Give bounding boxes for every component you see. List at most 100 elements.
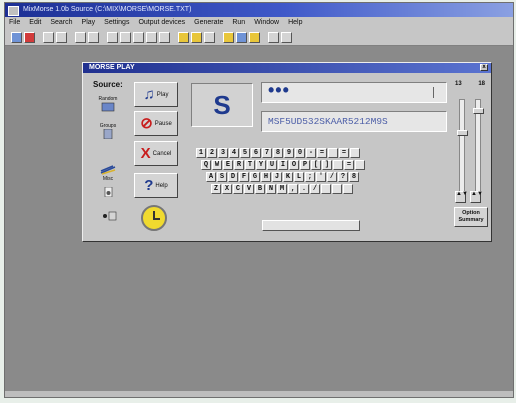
key-row2-3[interactable]: R — [234, 160, 244, 170]
key-row2-8[interactable]: O — [289, 160, 299, 170]
key-row3-2[interactable]: D — [228, 172, 238, 182]
key-row2-14[interactable] — [355, 160, 365, 170]
key-row4-11[interactable] — [332, 184, 342, 194]
clock-icon[interactable] — [141, 205, 167, 231]
play-file-toolbar-icon[interactable] — [191, 31, 202, 43]
page-toolbar-icon[interactable] — [133, 31, 144, 43]
menu-help[interactable]: Help — [288, 17, 302, 29]
key-row2-6[interactable]: U — [267, 160, 277, 170]
key-row4-1[interactable]: X — [222, 184, 232, 194]
menu-settings[interactable]: Settings — [104, 17, 129, 29]
key-row1-3[interactable]: 4 — [229, 148, 239, 158]
window-toolbar-icon[interactable] — [268, 31, 279, 43]
key-row2-13[interactable]: = — [344, 160, 354, 170]
speed-slider-left[interactable] — [457, 99, 468, 203]
play-toolbar-icon[interactable] — [178, 31, 189, 43]
right-slider-arrow-icon[interactable]: ▲▼ — [470, 191, 483, 203]
key-row3-12[interactable]: ? — [338, 172, 348, 182]
key-row1-13[interactable]: = — [339, 148, 349, 158]
grid2-toolbar-icon[interactable] — [88, 31, 99, 43]
key-row2-11[interactable]: ] — [322, 160, 332, 170]
play-button[interactable]: ♫ Play — [134, 82, 178, 107]
key-row1-0[interactable]: 1 — [196, 148, 206, 158]
arrow-right-toolbar-icon[interactable] — [56, 31, 67, 43]
key-row2-0[interactable]: Q — [201, 160, 211, 170]
key-row4-9[interactable]: / — [310, 184, 320, 194]
key-row2-5[interactable]: Y — [256, 160, 266, 170]
key-row1-14[interactable] — [350, 148, 360, 158]
key-row3-5[interactable]: H — [261, 172, 271, 182]
key-row2-10[interactable]: [ — [311, 160, 321, 170]
menu-window[interactable]: Window — [254, 17, 279, 29]
key-row2-9[interactable]: P — [300, 160, 310, 170]
page2-toolbar-icon[interactable] — [146, 31, 157, 43]
speed-slider-right-thumb[interactable] — [473, 108, 484, 114]
close-icon[interactable]: x — [480, 64, 488, 71]
key-row3-11[interactable]: / — [327, 172, 337, 182]
source-groups-button[interactable]: Groups — [93, 123, 123, 145]
space-key[interactable] — [262, 220, 360, 231]
key-row4-2[interactable]: C — [233, 184, 243, 194]
menu-play[interactable]: Play — [82, 17, 96, 29]
menu-output-devices[interactable]: Output devices — [138, 17, 185, 29]
key-row3-9[interactable]: ; — [305, 172, 315, 182]
key-row2-1[interactable]: W — [212, 160, 222, 170]
menu-search[interactable]: Search — [50, 17, 72, 29]
key-row1-11[interactable]: = — [317, 148, 327, 158]
source-file-button[interactable] — [93, 187, 123, 209]
source-random-button[interactable]: Random — [93, 96, 123, 118]
key-row1-10[interactable]: - — [306, 148, 316, 158]
menu-edit[interactable]: Edit — [29, 17, 41, 29]
key-row4-10[interactable] — [321, 184, 331, 194]
key-row3-4[interactable]: G — [250, 172, 260, 182]
key-row1-2[interactable]: 3 — [218, 148, 228, 158]
key-row3-0[interactable]: A — [206, 172, 216, 182]
key-row3-8[interactable]: L — [294, 172, 304, 182]
gear-toolbar-icon[interactable] — [223, 31, 234, 43]
left-slider-arrow-icon[interactable]: ▲▼ — [455, 191, 468, 203]
grid-toolbar-icon[interactable] — [75, 31, 86, 43]
menu-run[interactable]: Run — [232, 17, 245, 29]
help-button[interactable]: ? Help — [134, 173, 178, 198]
key-row1-12[interactable] — [328, 148, 338, 158]
key-row1-7[interactable]: 8 — [273, 148, 283, 158]
book-toolbar-icon[interactable] — [249, 31, 260, 43]
key-row3-10[interactable]: ' — [316, 172, 326, 182]
help-toolbar-icon[interactable] — [11, 31, 22, 43]
close-toolbar-icon[interactable] — [120, 31, 131, 43]
source-misc-button[interactable]: Misc — [93, 165, 123, 187]
key-row4-8[interactable]: . — [299, 184, 309, 194]
key-row4-5[interactable]: N — [266, 184, 276, 194]
menu-generate[interactable]: Generate — [194, 17, 223, 29]
record-toolbar-icon[interactable] — [204, 31, 215, 43]
key-row1-1[interactable]: 2 — [207, 148, 217, 158]
key-row3-7[interactable]: K — [283, 172, 293, 182]
menu-file[interactable]: File — [9, 17, 20, 29]
page3-toolbar-icon[interactable] — [159, 31, 170, 43]
system-menu-icon[interactable] — [8, 6, 19, 16]
key-row2-2[interactable]: E — [223, 160, 233, 170]
key-row1-9[interactable]: 0 — [295, 148, 305, 158]
key-row4-7[interactable]: , — [288, 184, 298, 194]
speed-slider-right[interactable] — [473, 99, 484, 203]
key-row1-8[interactable]: 9 — [284, 148, 294, 158]
key-row4-3[interactable]: V — [244, 184, 254, 194]
key-row3-13[interactable]: 8 — [349, 172, 359, 182]
cancel-button[interactable]: X Cancel — [134, 141, 178, 166]
key-row3-1[interactable]: S — [217, 172, 227, 182]
chart-toolbar-icon[interactable] — [236, 31, 247, 43]
arrow-left-toolbar-icon[interactable] — [43, 31, 54, 43]
stop-toolbar-icon[interactable] — [24, 31, 35, 43]
option-summary-button[interactable]: Option Summary — [454, 207, 488, 227]
key-row4-12[interactable] — [343, 184, 353, 194]
source-toggle-button[interactable] — [93, 211, 123, 233]
key-row4-0[interactable]: Z — [211, 184, 221, 194]
key-row1-4[interactable]: 5 — [240, 148, 250, 158]
window2-toolbar-icon[interactable] — [281, 31, 292, 43]
pause-button[interactable]: ⊘ Pause — [134, 111, 178, 136]
key-row1-6[interactable]: 7 — [262, 148, 272, 158]
key-row4-4[interactable]: B — [255, 184, 265, 194]
key-row4-6[interactable]: M — [277, 184, 287, 194]
key-row2-12[interactable] — [333, 160, 343, 170]
key-row2-4[interactable]: T — [245, 160, 255, 170]
